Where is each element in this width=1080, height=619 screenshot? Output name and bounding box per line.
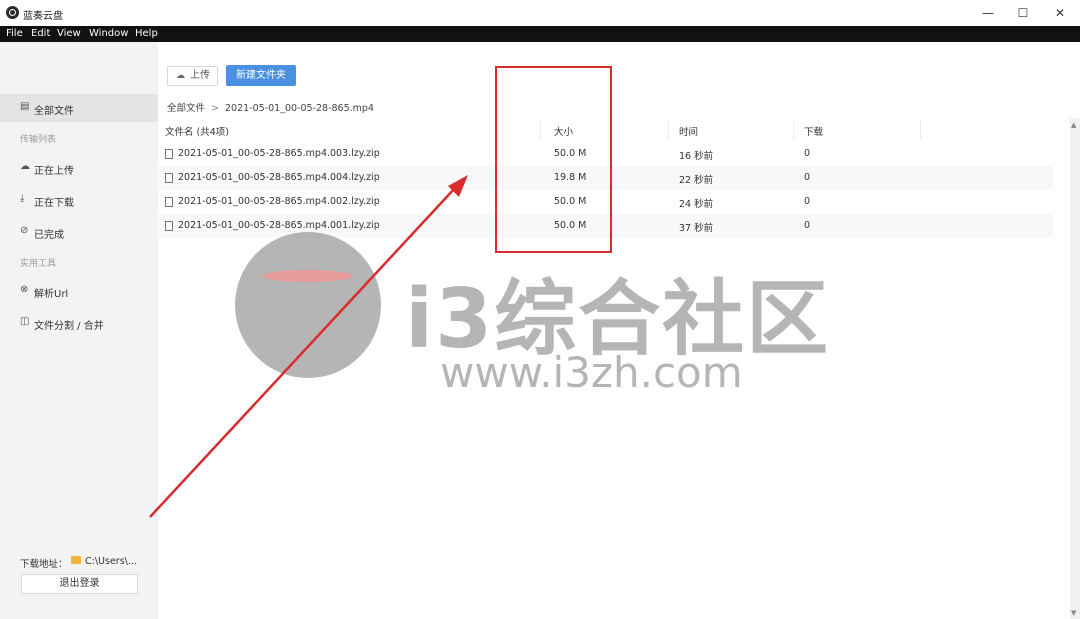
annotation-arrow-icon — [149, 175, 468, 518]
